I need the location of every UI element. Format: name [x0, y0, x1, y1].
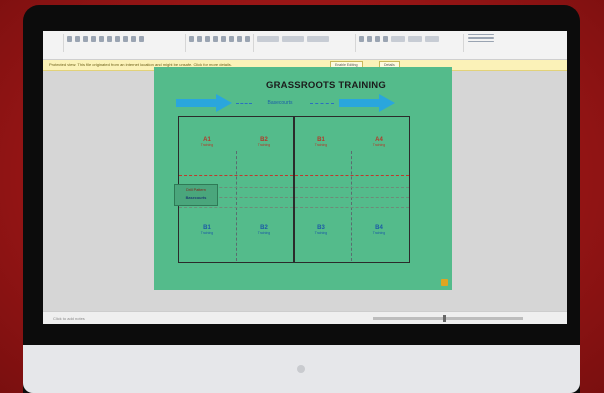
notes-prompt[interactable]: Click to add notes: [53, 316, 85, 321]
ribbon-group-clipboard[interactable]: [45, 34, 64, 52]
brand-logo-icon: [441, 279, 448, 286]
court-center-line: [293, 117, 295, 262]
monitor-chin: [23, 345, 580, 393]
zone-top-1: A1 Training: [187, 137, 227, 147]
side-box-line1: Drill Pattern: [186, 188, 206, 192]
ribbon-group-paragraph: [187, 34, 254, 52]
zone-sub: Training: [257, 231, 271, 235]
zoom-handle[interactable]: [443, 315, 446, 322]
zone-bottom-2: B2 Training: [244, 225, 284, 235]
zone-top-4: A4 Training: [359, 137, 399, 147]
zone-bottom-1: B1 Training: [187, 225, 227, 235]
ribbon-editing-buttons[interactable]: [468, 34, 494, 42]
side-box-line2: Basecourts: [185, 196, 207, 200]
court-lane-2: [351, 151, 352, 261]
slide-title: GRASSROOTS TRAINING: [266, 80, 386, 91]
zone-top-2: B2 Training: [244, 137, 284, 147]
monitor-logo: [297, 365, 305, 373]
zone-sub: Training: [257, 143, 271, 147]
direction-label: Basecourts: [267, 100, 293, 106]
app-screen: Protected view: This file originated fro…: [43, 31, 567, 324]
zoom-slider[interactable]: [373, 315, 523, 322]
zone-sub: Training: [314, 143, 328, 147]
zone-sub: Training: [200, 143, 214, 147]
zone-sub: Training: [200, 231, 214, 235]
ribbon-group-font: [65, 34, 186, 52]
left-direction-arrow-icon: [176, 94, 232, 112]
court-dash-3: [179, 207, 409, 208]
zone-sub: Training: [372, 143, 386, 147]
court-lane-1: [236, 151, 237, 261]
slide-canvas[interactable]: GRASSROOTS TRAINING Basecourts A1 Traini…: [154, 67, 452, 290]
drill-side-box: Drill Pattern Basecourts: [174, 184, 218, 206]
right-direction-arrow-icon: [339, 94, 395, 112]
court-dash-red: [179, 175, 409, 176]
zone-bottom-4: B4 Training: [359, 225, 399, 235]
ribbon-group-drawing: [255, 34, 356, 52]
ribbon-toolbar: [43, 31, 567, 60]
ribbon-group-styles: [357, 34, 464, 52]
zone-sub: Training: [372, 231, 386, 235]
zone-top-3: B1 Training: [301, 137, 341, 147]
zone-bottom-3: B3 Training: [301, 225, 341, 235]
zone-sub: Training: [314, 231, 328, 235]
direction-dash-right: [310, 103, 334, 104]
status-bar: Click to add notes: [43, 311, 567, 324]
